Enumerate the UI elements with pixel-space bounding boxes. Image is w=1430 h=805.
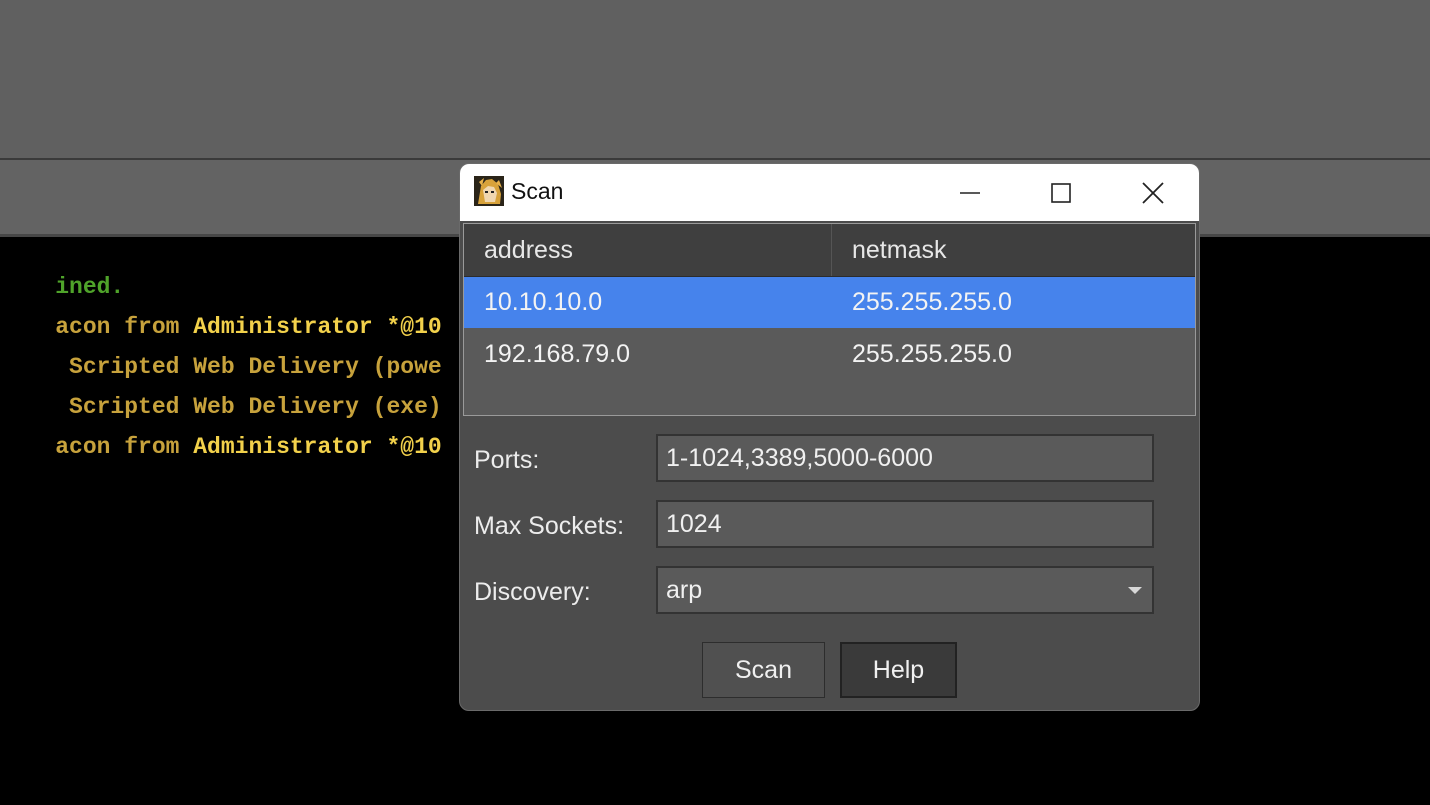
scan-button[interactable]: Scan [702,642,825,698]
dialog-title: Scan [511,178,564,204]
chevron-down-icon [1128,587,1142,594]
cell-address: 10.10.10.0 [484,288,603,316]
scan-dialog: Scan address netmask 10.10.10.0 255.255.… [459,163,1200,711]
ports-label: Ports: [474,446,540,474]
dialog-titlebar[interactable]: Scan [460,164,1199,221]
background-toolbar-area [0,0,1430,159]
ports-input[interactable]: 1-1024,3389,5000-6000 [656,434,1154,482]
table-header: address netmask [464,224,1195,277]
discovery-label: Discovery: [474,578,591,606]
maximize-button[interactable] [1015,164,1107,221]
console-text: acon from [55,434,194,460]
console-line: acon from Administrator *@10 [0,408,442,486]
console-text-highlight: Administrator *@10 [193,434,442,460]
discovery-select[interactable]: arp [656,566,1154,614]
table-row[interactable]: 192.168.79.0 255.255.255.0 [464,329,1195,380]
close-icon [1142,181,1164,204]
cell-netmask: 255.255.255.0 [852,340,1012,368]
table-row[interactable]: 10.10.10.0 255.255.255.0 [464,277,1195,328]
max-sockets-input[interactable]: 1024 [656,500,1154,548]
cell-netmask: 255.255.255.0 [852,288,1012,316]
maximize-icon [1051,182,1071,203]
close-button[interactable] [1107,164,1199,221]
help-button[interactable]: Help [840,642,957,698]
app-logo-icon [474,176,504,206]
discovery-selected-value: arp [666,576,703,604]
max-sockets-label: Max Sockets: [474,512,625,540]
minimize-icon [960,191,980,194]
network-table: address netmask 10.10.10.0 255.255.255.0… [463,223,1196,416]
column-header-address[interactable]: address [464,224,831,276]
cell-address: 192.168.79.0 [484,340,630,368]
column-header-netmask[interactable]: netmask [832,224,1197,276]
minimize-button[interactable] [924,164,1016,221]
